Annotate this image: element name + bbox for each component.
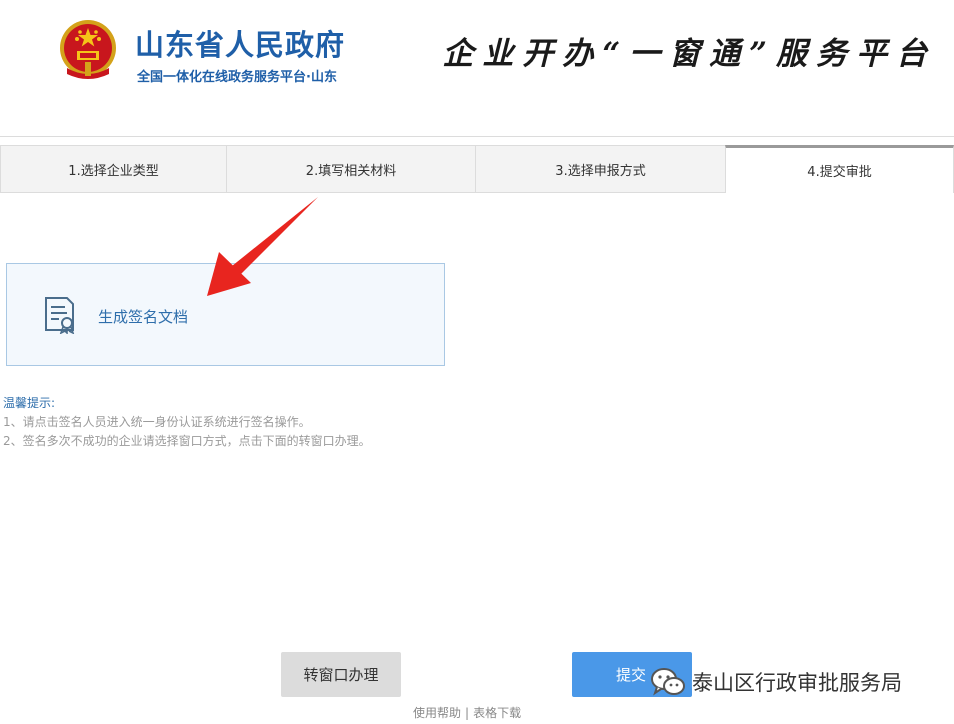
generate-signature-document-button[interactable]: 生成签名文档 xyxy=(6,263,445,366)
document-certificate-icon xyxy=(45,297,75,334)
wechat-icon xyxy=(651,668,685,696)
step-3-tab[interactable]: 3.选择申报方式 xyxy=(475,145,726,193)
help-link[interactable]: 使用帮助 xyxy=(413,706,461,720)
tip-line-1: 1、请点击签名人员进入统一身份认证系统进行签名操作。 xyxy=(3,415,311,429)
wechat-watermark: 泰山区行政审批服务局 xyxy=(648,662,902,702)
watermark-text: 泰山区行政审批服务局 xyxy=(692,671,902,695)
step-2-tab[interactable]: 2.填写相关材料 xyxy=(226,145,476,193)
tip-line-2: 2、签名多次不成功的企业请选择窗口方式，点击下面的转窗口办理。 xyxy=(3,434,371,448)
step-1-tab[interactable]: 1.选择企业类型 xyxy=(0,145,227,193)
gov-subtitle: 全国一体化在线政务服务平台·山东 xyxy=(137,70,337,85)
transfer-to-window-button[interactable]: 转窗口办理 xyxy=(281,652,401,697)
tips-title: 温馨提示: xyxy=(3,396,56,410)
footer-separator: | xyxy=(465,706,470,720)
gov-name: 山东省人民政府 xyxy=(135,28,346,62)
platform-title: 企业开办“一窗通”服务平台 xyxy=(442,36,936,72)
tips-section: 温馨提示: 1、请点击签名人员进入统一身份认证系统进行签名操作。 2、签名多次不… xyxy=(3,394,371,451)
step-4-tab[interactable]: 4.提交审批 xyxy=(725,145,954,193)
generate-signature-label: 生成签名文档 xyxy=(98,308,189,326)
form-download-link[interactable]: 表格下载 xyxy=(473,706,521,720)
national-emblem-icon xyxy=(60,20,116,79)
step-tabs: 1.选择企业类型 2.填写相关材料 3.选择申报方式 4.提交审批 xyxy=(0,145,954,194)
site-header: 山东省人民政府 全国一体化在线政务服务平台·山东 企业开办“一窗通”服务平台 xyxy=(0,0,954,137)
footer-links: 使用帮助 | 表格下载 xyxy=(413,704,521,721)
